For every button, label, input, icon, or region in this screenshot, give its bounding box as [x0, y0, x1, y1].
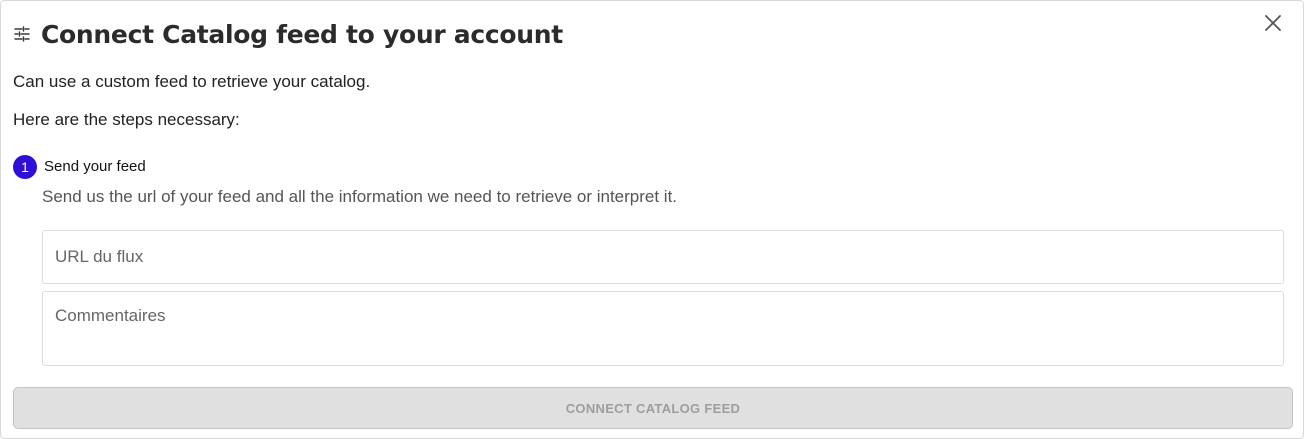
dialog-header: Connect Catalog feed to your account [13, 15, 563, 53]
intro-text: Can use a custom feed to retrieve your c… [13, 72, 371, 91]
close-button[interactable] [1261, 13, 1285, 37]
filter-settings-icon [13, 25, 31, 43]
dialog-title: Connect Catalog feed to your account [41, 19, 563, 49]
comments-textarea[interactable] [42, 291, 1284, 366]
step-header: 1 Send your feed [13, 154, 146, 179]
connect-catalog-feed-button[interactable]: CONNECT CATALOG FEED [13, 387, 1293, 429]
step-title: Send your feed [44, 158, 146, 175]
connect-catalog-dialog: Connect Catalog feed to your account Can… [0, 0, 1304, 439]
steps-intro-text: Here are the steps necessary: [13, 110, 240, 129]
close-icon [1264, 14, 1282, 37]
step-number-badge: 1 [13, 154, 37, 179]
feed-url-input[interactable] [42, 230, 1284, 284]
step-description: Send us the url of your feed and all the… [42, 187, 678, 206]
